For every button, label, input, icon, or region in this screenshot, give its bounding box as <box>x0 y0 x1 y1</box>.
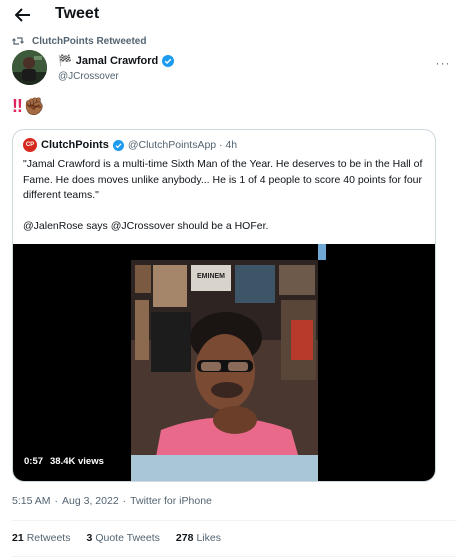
quoted-avatar: CP <box>23 138 37 152</box>
quoted-paragraph-2: @JalenRose says @JCrossover should be a … <box>23 219 269 232</box>
tweet-stats: 21 Retweets 3 Quote Tweets 278 Likes <box>12 532 221 544</box>
video-banner-edge <box>318 244 326 260</box>
author-name: Jamal Crawford <box>75 54 159 67</box>
likes-label: Likes <box>196 532 221 544</box>
arrow-left-icon <box>15 8 30 22</box>
page-title: Tweet <box>55 5 100 22</box>
tweet-date[interactable]: Aug 3, 2022 <box>62 495 119 507</box>
quoted-author-name: ClutchPoints <box>41 139 109 151</box>
tweet-time[interactable]: 5:15 AM <box>12 495 51 507</box>
separator: · <box>122 495 127 507</box>
more-options-button[interactable]: ··· <box>433 56 453 70</box>
avatar[interactable] <box>12 50 47 85</box>
quoted-tweet-text: "Jamal Crawford is a multi-time Sixth Ma… <box>23 157 428 249</box>
likes-count: 278 <box>175 532 194 544</box>
verified-badge-icon <box>162 54 175 67</box>
quotes-label: Quote Tweets <box>95 532 160 544</box>
author-name-line[interactable]: 🏁 Jamal Crawford <box>58 54 175 67</box>
tweet-text: ‼ ✊🏾 <box>12 96 45 117</box>
raised-fist-emoji: ✊🏾 <box>23 96 46 116</box>
verified-badge-icon <box>112 139 124 151</box>
poster-text: EMINEM <box>197 273 225 280</box>
video-views: 38.4K views <box>50 456 104 467</box>
video-player[interactable]: EMINEM 0:57 38.4K views <box>13 244 435 481</box>
retweets-count: 21 <box>12 532 24 544</box>
quoted-tweet-header: CP ClutchPoints @ClutchPointsApp · 4h <box>23 138 237 152</box>
quotes-count: 3 <box>86 532 93 544</box>
double-exclamation-emoji: ‼ <box>12 96 23 116</box>
likes-stat[interactable]: 278 Likes <box>176 532 221 544</box>
flag-emoji: 🏁 <box>58 55 72 67</box>
tweet-timestamp: 5:15 AM · Aug 3, 2022 · Twitter for iPho… <box>12 495 212 507</box>
video-stats: 0:57 38.4K views <box>24 456 104 467</box>
tweet-author: 🏁 Jamal Crawford @JCrossover ··· <box>12 50 457 90</box>
divider <box>12 556 457 557</box>
divider <box>12 520 457 521</box>
tweet-header: Tweet <box>0 0 469 30</box>
video-thumbnail: EMINEM <box>131 260 318 481</box>
retweet-label[interactable]: ClutchPoints Retweeted <box>32 36 146 47</box>
author-handle[interactable]: @JCrossover <box>58 71 119 82</box>
more-dots-icon: ··· <box>435 56 451 70</box>
quote-tweets-stat[interactable]: 3 Quote Tweets <box>86 532 159 544</box>
separator: · <box>54 495 59 507</box>
video-frame-image: EMINEM <box>131 260 318 481</box>
retweet-context: ClutchPoints Retweeted <box>12 35 146 47</box>
avatar-image <box>12 50 47 85</box>
retweets-stat[interactable]: 21 Retweets <box>12 532 70 544</box>
quoted-tweet[interactable]: CP ClutchPoints @ClutchPointsApp · 4h "J… <box>12 129 436 482</box>
retweet-icon <box>12 37 24 45</box>
video-duration: 0:57 <box>24 456 44 467</box>
tweet-source[interactable]: Twitter for iPhone <box>130 495 212 507</box>
back-button[interactable] <box>12 4 34 26</box>
quoted-handle-time: @ClutchPointsApp · 4h <box>127 139 238 151</box>
retweets-label: Retweets <box>26 532 71 544</box>
quoted-paragraph-1: "Jamal Crawford is a multi-time Sixth Ma… <box>23 158 423 201</box>
